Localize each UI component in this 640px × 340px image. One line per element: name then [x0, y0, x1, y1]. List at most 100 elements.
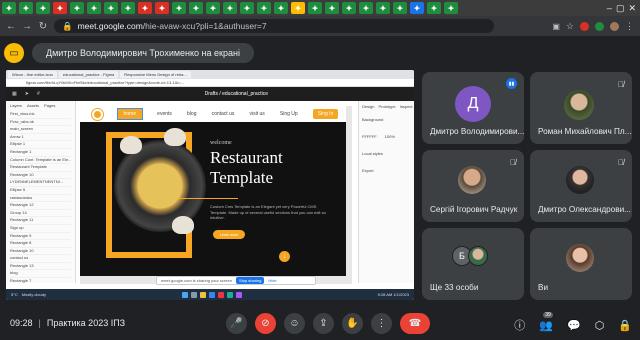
- browser-tab-favicon[interactable]: ✦: [223, 2, 237, 14]
- browser-tab-favicon[interactable]: ✦: [138, 2, 152, 14]
- layer-row: Rectangle 10: [10, 248, 71, 256]
- shared-tab: Wixon - fine editor-ixon: [8, 71, 57, 78]
- browser-tab-favicon[interactable]: ✦: [444, 2, 458, 14]
- close-icon[interactable]: ✕: [628, 3, 636, 14]
- window-controls: – ▢ ✕: [607, 3, 640, 14]
- browser-tab-favicon[interactable]: ✦: [308, 2, 322, 14]
- participant-tile-overflow[interactable]: Б Ще 33 особи: [422, 228, 524, 300]
- mic-off-icon: 🎙̸: [510, 158, 516, 167]
- browser-tab-favicon[interactable]: ✦: [240, 2, 254, 14]
- layer-row: LYDENNELEMENTNENTNI...: [10, 179, 71, 187]
- panel-row: Local styles: [362, 151, 383, 156]
- browser-tab-favicon[interactable]: ✦: [121, 2, 135, 14]
- camera-off-icon: ⊘: [261, 318, 270, 329]
- windows-taskbar: 5°C Mostly cloudy 9:28 AM 1/1/2023: [6, 289, 414, 300]
- browser-tab-favicon[interactable]: ✦: [376, 2, 390, 14]
- browser-tab-favicon[interactable]: ✦: [155, 2, 169, 14]
- browser-tab-favicon[interactable]: ✦: [70, 2, 84, 14]
- microphone-button[interactable]: 🎤: [226, 313, 247, 334]
- star-icon[interactable]: ☆: [566, 21, 574, 32]
- maximize-icon[interactable]: ▢: [616, 3, 625, 14]
- minimize-icon[interactable]: –: [607, 3, 612, 13]
- address-bar[interactable]: 🔒 meet.google.com/hie-avaw-xcu?pli=1&aut…: [54, 19, 494, 33]
- activities-icon[interactable]: ⬡: [595, 319, 605, 332]
- participant-tile-self[interactable]: Ви: [530, 228, 632, 300]
- browser-tab-favicon[interactable]: ✦: [393, 2, 407, 14]
- people-button[interactable]: 39 👥: [539, 311, 553, 332]
- panel-tab: Prototype: [378, 104, 396, 109]
- weather-desc: Mostly cloudy: [21, 292, 46, 297]
- more-options-button[interactable]: ⋮: [371, 313, 392, 334]
- reload-icon[interactable]: ↻: [38, 21, 48, 32]
- weather-temp: 5°C: [11, 292, 18, 297]
- browser-tab-favicon[interactable]: ✦: [2, 2, 16, 14]
- browser-tab-favicon[interactable]: ✦: [291, 2, 305, 14]
- shared-tab: educational_practice - Figma: [58, 71, 119, 78]
- figma-project: educational_practice: [222, 91, 268, 97]
- hide-button[interactable]: Hide: [268, 278, 276, 283]
- app-icon: [208, 291, 215, 298]
- host-controls-icon[interactable]: 🔒: [618, 319, 632, 332]
- profile-avatar[interactable]: [610, 21, 619, 31]
- browser-tab-favicon[interactable]: ✦: [427, 2, 441, 14]
- leave-call-button[interactable]: ☎: [400, 313, 430, 334]
- panel-row: Export: [362, 168, 374, 173]
- layer-row: Ellipse 5: [10, 187, 71, 195]
- chat-icon[interactable]: 💬: [567, 319, 581, 332]
- browser-tab-favicon[interactable]: ✦: [53, 2, 67, 14]
- url-path: /hie-avaw-xcu?pli=1&authuser=7: [142, 21, 267, 31]
- nav-blog: blog: [187, 111, 197, 117]
- windows-start-icon: [181, 291, 188, 298]
- camera-indicator-icon[interactable]: ▣: [552, 22, 560, 31]
- scroll-down-icon: ↓: [279, 251, 290, 262]
- browser-tab-favicon[interactable]: ✦: [274, 2, 288, 14]
- participant-tile[interactable]: 🎙̸ Сергій Ігорович Радчук: [422, 150, 524, 222]
- participant-tile[interactable]: Д ▮▮ Дмитро Володимирови...: [422, 72, 524, 144]
- browser-tab-favicon[interactable]: ✦: [172, 2, 186, 14]
- nav-signup: Sing Up: [279, 111, 298, 117]
- panel-row: 100%: [384, 134, 395, 139]
- present-button[interactable]: ⇪: [313, 313, 334, 334]
- browser-tab-favicon[interactable]: ✦: [36, 2, 50, 14]
- reactions-button[interactable]: ☺: [284, 313, 305, 334]
- browser-tab-favicon[interactable]: ✦: [410, 2, 424, 14]
- lock-icon: 🔒: [62, 20, 73, 31]
- browser-tab-favicon[interactable]: ✦: [206, 2, 220, 14]
- browser-tab-favicon[interactable]: ✦: [325, 2, 339, 14]
- people-icon: 👥: [539, 319, 553, 332]
- browser-tab-favicon[interactable]: ✦: [104, 2, 118, 14]
- share-notice-text: meet.google.com is sharing your screen: [161, 278, 232, 283]
- nav-contact: contact us: [211, 111, 235, 117]
- extension-icon[interactable]: [580, 21, 589, 31]
- forward-icon[interactable]: →: [22, 21, 32, 32]
- extension-icon[interactable]: [595, 21, 604, 31]
- browser-tab-favicon[interactable]: ✦: [342, 2, 356, 14]
- participant-name: Дмитро Олександрови...: [538, 205, 631, 214]
- participant-photo: [566, 244, 594, 272]
- participant-tile[interactable]: 🎙̸ Дмитро Олександрови...: [530, 150, 632, 222]
- participant-photo: [458, 166, 486, 194]
- meeting-separator: |: [38, 318, 41, 328]
- participant-name: Ви: [538, 283, 549, 292]
- hero-description: Custom Cms Template is an Elegant yet ve…: [210, 204, 326, 220]
- shared-screen[interactable]: Wixon - fine editor-ixon educational_pra…: [6, 70, 414, 300]
- panel-row: FFFFFF: [362, 134, 377, 139]
- browser-tab-favicon[interactable]: ✦: [87, 2, 101, 14]
- screen-share-notice: meet.google.com is sharing your screen S…: [156, 276, 316, 285]
- browser-tab-favicon[interactable]: ✦: [19, 2, 33, 14]
- meeting-info: 09:28 | Практика 2023 ІПЗ: [10, 318, 125, 328]
- browser-tab-favicon[interactable]: ✦: [257, 2, 271, 14]
- camera-button[interactable]: ⊘: [255, 313, 276, 334]
- stop-sharing-button[interactable]: Stop sharing: [235, 277, 265, 284]
- nav-home: home: [116, 108, 144, 120]
- browser-tab-favicon[interactable]: ✦: [359, 2, 373, 14]
- browser-tab-favicon[interactable]: ✦: [189, 2, 203, 14]
- participant-tile[interactable]: 🎙̸ Роман Михайлович Пл...: [530, 72, 632, 144]
- layer-row: Sign up: [10, 225, 71, 233]
- call-controls: 🎤 ⊘ ☺ ⇪ ✋ ⋮ ☎: [226, 313, 430, 334]
- back-icon[interactable]: ←: [6, 21, 16, 32]
- info-icon[interactable]: ⓘ: [514, 317, 525, 333]
- shared-tab: Responsive Menu Design of reha...: [120, 71, 191, 78]
- more-icon[interactable]: ⋮: [625, 21, 634, 32]
- raise-hand-button[interactable]: ✋: [342, 313, 363, 334]
